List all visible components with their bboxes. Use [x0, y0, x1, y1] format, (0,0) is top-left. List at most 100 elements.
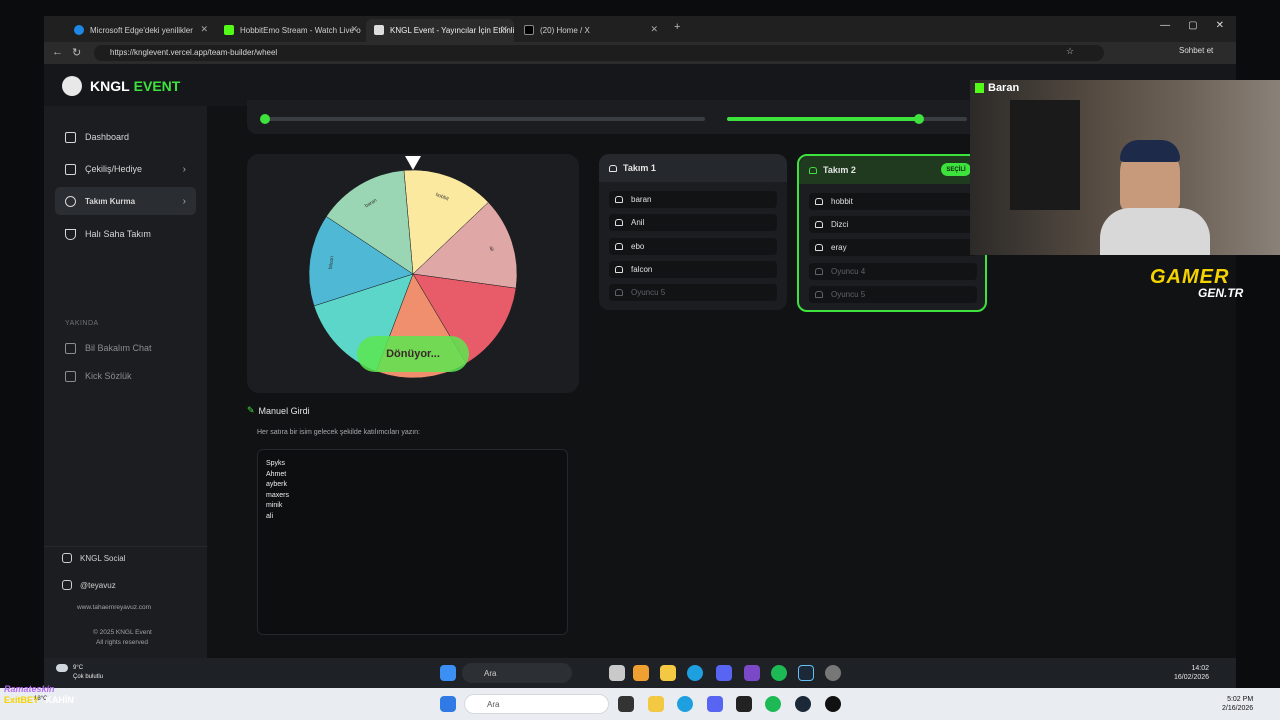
- steam-icon[interactable]: [795, 696, 811, 712]
- tab-kngl-event[interactable]: KNGL Event - Yayıncılar İçin Etkinli ✕: [366, 19, 514, 42]
- webcam-overlay: [970, 80, 1280, 255]
- close-tab-icon[interactable]: ✕: [350, 24, 358, 35]
- handle-link[interactable]: @teyavuz: [62, 580, 116, 590]
- terminal-icon[interactable]: [736, 696, 752, 712]
- player-slot[interactable]: Anil: [609, 214, 777, 231]
- user-icon: [615, 196, 623, 203]
- social-link[interactable]: KNGL Social: [62, 553, 126, 563]
- streamer-name-label: Baran: [975, 82, 1019, 94]
- edge-icon: [74, 25, 84, 35]
- url-field[interactable]: https://knglevent.vercel.app/team-builde…: [94, 45, 1104, 61]
- panther-logo-icon: [62, 76, 82, 96]
- sidebar-item-guess-chat[interactable]: Bil Bakalım Chat: [55, 334, 196, 362]
- app-icon[interactable]: [744, 665, 760, 681]
- user-icon: [815, 198, 823, 205]
- address-bar: ← ↻ https://knglevent.vercel.app/team-bu…: [44, 42, 1236, 64]
- sidebar-item-dashboard[interactable]: Dashboard: [55, 123, 196, 151]
- edge-icon[interactable]: [677, 696, 693, 712]
- player-slot[interactable]: Dizci: [809, 216, 977, 233]
- task-view-icon[interactable]: [609, 665, 625, 681]
- player-slot[interactable]: baran: [609, 191, 777, 208]
- start-icon[interactable]: [440, 665, 456, 681]
- trophy-icon: [65, 228, 76, 240]
- tab-kick-stream[interactable]: HobbitEmo Stream - Watch Live o ✕: [216, 19, 364, 42]
- users-icon: [609, 164, 617, 172]
- user-icon: [815, 291, 823, 298]
- pencil-icon: ✎: [247, 405, 255, 415]
- discord-icon[interactable]: [716, 665, 732, 681]
- wheel-card: hobbit ali falcon baran Dönüyor...: [247, 154, 579, 393]
- team-header: Takım 1: [599, 154, 787, 182]
- outer-taskbar-search[interactable]: Ara: [464, 694, 609, 714]
- spin-button[interactable]: Dönüyor...: [357, 336, 469, 372]
- participant-line: ayberk: [266, 481, 288, 488]
- chat-icon: [65, 370, 76, 382]
- edge-icon[interactable]: [687, 665, 703, 681]
- spotify-icon[interactable]: [771, 665, 787, 681]
- settings-icon[interactable]: [825, 665, 841, 681]
- users-icon: [65, 195, 76, 207]
- participant-line: ali: [266, 512, 274, 520]
- cap-icon: [1120, 140, 1180, 162]
- sidebar-item-halisaha[interactable]: Halı Saha Takım: [55, 220, 196, 248]
- player-slot[interactable]: eray: [809, 239, 977, 256]
- sidebar-item-team-builder[interactable]: Takım Kurma ›: [55, 187, 196, 215]
- taskbar-search[interactable]: Ara: [462, 663, 572, 683]
- task-view-icon[interactable]: [618, 696, 634, 712]
- empty-player-slot[interactable]: Oyuncu 5: [809, 286, 977, 303]
- brand-logo[interactable]: KNGL EVENT: [62, 76, 180, 96]
- slider-handle-2[interactable]: [914, 114, 924, 124]
- start-icon[interactable]: [440, 696, 456, 712]
- maximize-icon[interactable]: ▢: [1188, 20, 1197, 31]
- files-icon[interactable]: [633, 665, 649, 681]
- gift-icon: [65, 163, 76, 175]
- user-icon: [615, 289, 623, 296]
- brand-name-a: KNGL: [90, 78, 130, 94]
- close-tab-icon[interactable]: ✕: [650, 24, 658, 35]
- window-controls: — ▢ ✕: [1160, 20, 1224, 31]
- user-icon: [615, 219, 623, 226]
- favorite-icon[interactable]: ☆: [1066, 46, 1074, 57]
- user-icon: [615, 266, 623, 273]
- chat-name: Ramateskin: [4, 684, 55, 694]
- users-icon: [809, 166, 817, 174]
- discord-icon[interactable]: [707, 696, 723, 712]
- outer-clock[interactable]: 5:02 PM 2/16/2026: [1222, 695, 1253, 713]
- slider-handle-1[interactable]: [260, 114, 270, 124]
- refresh-icon[interactable]: ↻: [72, 46, 81, 59]
- sidebar-item-kick-dictionary[interactable]: Kick Sözlük: [55, 362, 196, 390]
- empty-player-slot[interactable]: Oyuncu 5: [609, 284, 777, 301]
- spotify-icon[interactable]: [765, 696, 781, 712]
- inner-clock[interactable]: 14:02 16/02/2026: [1174, 664, 1209, 682]
- wheel-pointer-icon: [405, 156, 421, 170]
- empty-player-slot[interactable]: Oyuncu 4: [809, 263, 977, 280]
- tab-bar: Microsoft Edge'deki yenilikler ✕ HobbitE…: [44, 16, 1236, 42]
- participants-textarea[interactable]: Spyks Ahmet ayberk maxers minik ali: [257, 449, 568, 635]
- chat-icon: [65, 342, 76, 354]
- tab-edge-news[interactable]: Microsoft Edge'deki yenilikler ✕: [66, 19, 214, 42]
- folder-icon[interactable]: [648, 696, 664, 712]
- steam-icon[interactable]: [798, 665, 814, 681]
- player-slot[interactable]: ebo: [609, 238, 777, 255]
- sidebar-item-giveaway[interactable]: Çekiliş/Hediye ›: [55, 155, 196, 183]
- tv-screen: [1010, 100, 1080, 210]
- back-icon[interactable]: ←: [52, 46, 63, 58]
- cloud-icon: [56, 664, 68, 672]
- slider-track-1[interactable]: [265, 117, 705, 121]
- website-link[interactable]: www.tahaemreyavuz.com: [77, 604, 151, 611]
- weather-widget[interactable]: 9°C Çok bulutlu: [56, 664, 103, 680]
- close-tab-icon[interactable]: ✕: [500, 24, 508, 35]
- minimize-icon[interactable]: —: [1160, 20, 1170, 31]
- close-window-icon[interactable]: ✕: [1216, 20, 1224, 31]
- player-slot[interactable]: hobbit: [809, 193, 977, 210]
- kick-icon: [975, 83, 984, 93]
- folder-icon[interactable]: [660, 665, 676, 681]
- chat-name-overlay: Ramateskin ExitBEY KAHİN: [4, 684, 74, 706]
- obs-icon[interactable]: [825, 696, 841, 712]
- new-tab-icon[interactable]: +: [674, 21, 680, 33]
- player-slot[interactable]: falcon: [609, 261, 777, 278]
- tab-x-home[interactable]: (20) Home / X ✕: [516, 19, 664, 42]
- outer-taskbar: 18°C Ara 5:02 PM 2/16/2026: [0, 688, 1280, 720]
- copilot-button[interactable]: Sohbet et: [1179, 46, 1213, 55]
- close-tab-icon[interactable]: ✕: [200, 24, 208, 35]
